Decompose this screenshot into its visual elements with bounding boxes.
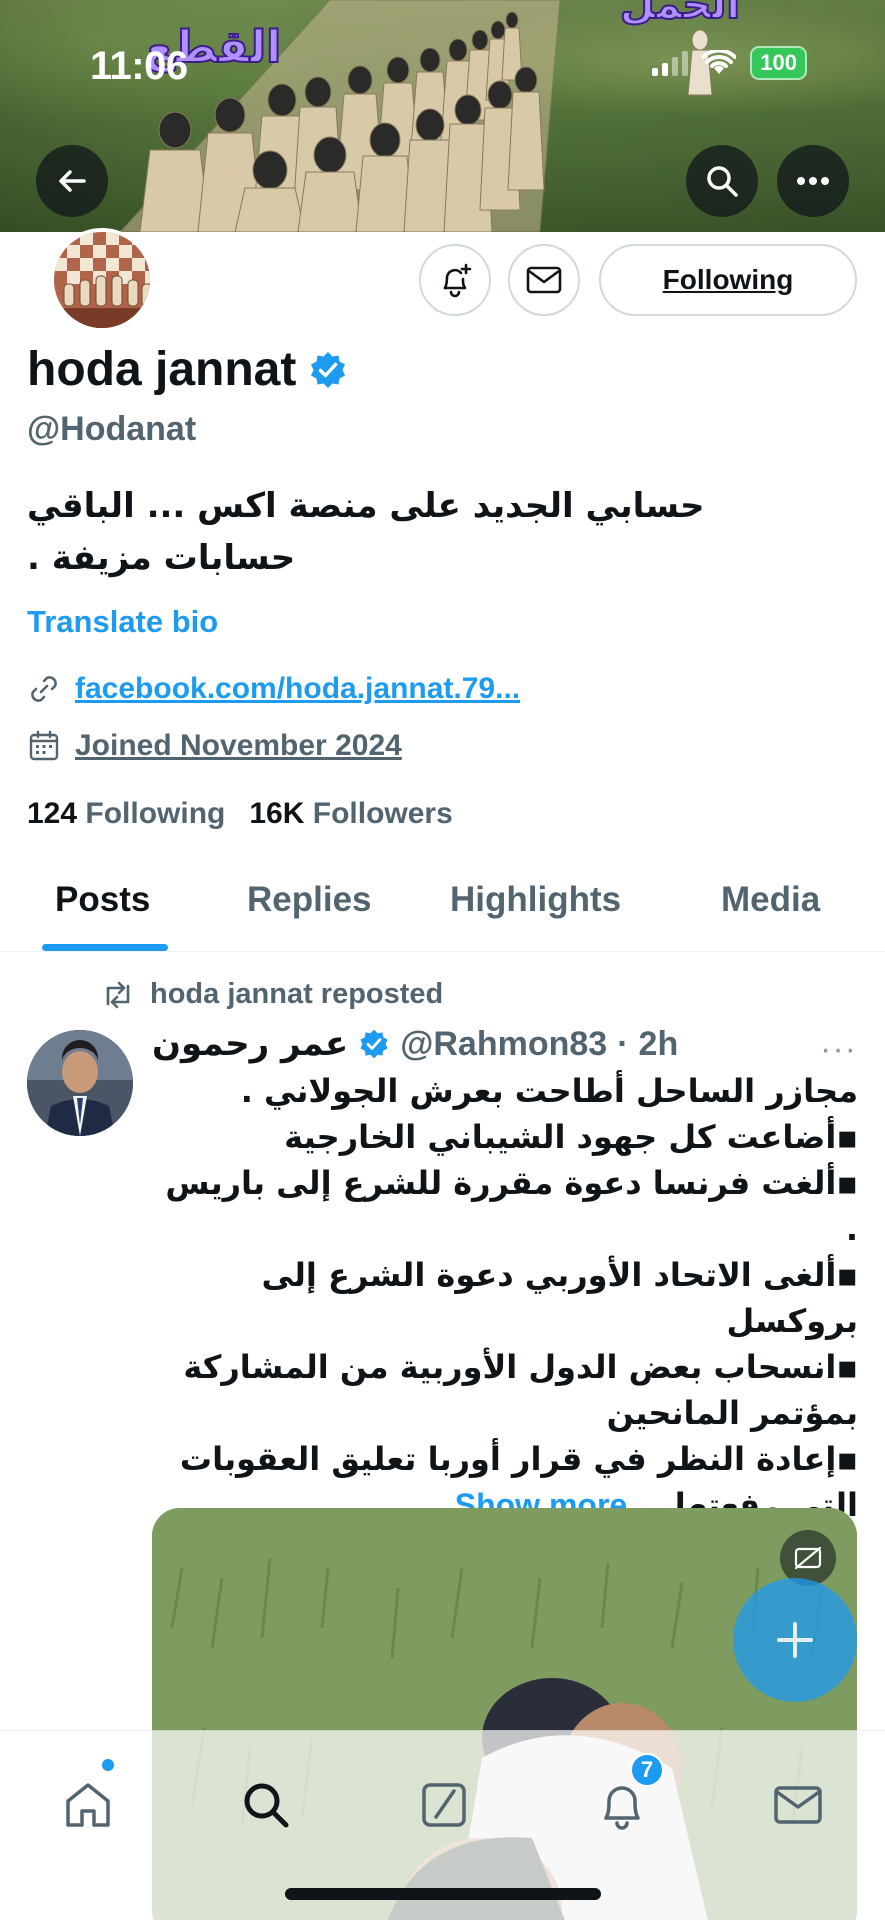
back-button[interactable] xyxy=(36,145,108,217)
active-tab-indicator xyxy=(42,944,168,951)
joined-date: Joined November 2024 xyxy=(27,729,402,763)
compose-fab-button[interactable] xyxy=(733,1578,857,1702)
post-author-handle[interactable]: @Rahmon83 xyxy=(400,1025,607,1064)
banner-overlay-text-top: الحمل xyxy=(619,0,741,29)
followers-count-label: Followers xyxy=(312,797,453,830)
post-line: ▪إعادة النظر في قرار أوربا تعليق العقوبا… xyxy=(179,1440,858,1478)
search-icon xyxy=(244,1783,289,1828)
following-count-link[interactable]: 124 Following xyxy=(27,797,225,831)
nav-home[interactable] xyxy=(56,1773,120,1837)
captions-off-icon xyxy=(794,1546,822,1570)
tab-highlights[interactable]: Highlights xyxy=(450,880,621,920)
website-link-text[interactable]: facebook.com/hoda.jannat.79... xyxy=(75,672,520,706)
post-author-name[interactable]: عمر رحمون xyxy=(152,1024,348,1064)
repost-indicator[interactable]: hoda jannat reposted xyxy=(100,978,443,1011)
search-icon xyxy=(707,166,738,197)
display-name-row: hoda jannat xyxy=(27,342,348,397)
grok-icon xyxy=(422,1783,466,1827)
post-header: عمر رحمون @Rahmon83 · 2h xyxy=(152,1024,678,1064)
author-photo xyxy=(27,1030,133,1136)
follow-counts: 124 Following 16K Followers xyxy=(27,797,453,831)
status-indicators: 100 xyxy=(652,46,807,80)
post-text[interactable]: مجازر الساحل أطاحت بعرش الجولاني . ▪أضاع… xyxy=(150,1068,858,1528)
profile-handle: @Hodanat xyxy=(27,410,197,448)
profile-banner[interactable]: القطع الحمل 11:06 100 xyxy=(0,0,885,232)
profile-bio: حسابي الجديد على منصة اكس ... الباقي حسا… xyxy=(27,486,705,578)
post-time: 2h xyxy=(638,1024,679,1063)
nav-search[interactable] xyxy=(234,1773,298,1837)
more-options-button[interactable] xyxy=(777,145,849,217)
envelope-icon xyxy=(526,266,562,294)
post-line: ▪انسحاب بعض الدول الأوربية من المشاركة ب… xyxy=(183,1348,858,1432)
post-more-button[interactable]: ··· xyxy=(820,1030,857,1069)
chessboard-avatar-image xyxy=(54,232,150,328)
verified-badge-icon[interactable] xyxy=(308,350,348,390)
bell-plus-icon xyxy=(443,263,472,298)
battery-indicator: 100 xyxy=(750,46,807,80)
home-indicator xyxy=(285,1888,601,1900)
tab-posts[interactable]: Posts xyxy=(55,880,150,920)
followers-count-link[interactable]: 16K Followers xyxy=(249,797,452,831)
verified-badge-icon xyxy=(360,1029,388,1059)
arrow-left-icon xyxy=(59,170,86,192)
more-horizontal-icon xyxy=(797,177,829,185)
joined-date-text: Joined November 2024 xyxy=(75,729,402,762)
following-count-label: Following xyxy=(85,797,226,830)
profile-avatar[interactable] xyxy=(50,228,154,332)
profile-website[interactable]: facebook.com/hoda.jannat.79... xyxy=(27,672,520,706)
post-line: ▪ألغت فرنسا دعوة مقررة للشرع إلى باريس . xyxy=(165,1164,858,1248)
repost-icon xyxy=(106,981,130,1008)
link-icon xyxy=(31,676,57,702)
tab-replies[interactable]: Replies xyxy=(247,880,372,920)
following-count: 124 xyxy=(27,797,78,830)
bell-icon xyxy=(604,1786,640,1830)
plus-icon xyxy=(777,1622,813,1658)
notifications-badge: 7 xyxy=(630,1753,664,1787)
wifi-icon xyxy=(702,50,737,74)
home-icon xyxy=(66,1783,110,1827)
tab-media[interactable]: Media xyxy=(721,880,820,920)
status-time: 11:06 xyxy=(90,44,188,88)
following-button[interactable]: Following xyxy=(599,244,857,316)
notification-subscribe-button[interactable] xyxy=(419,244,491,316)
message-button[interactable] xyxy=(508,244,580,316)
post-line: ▪أضاعت كل جهود الشيباني الخارجية xyxy=(284,1118,858,1156)
nav-messages[interactable] xyxy=(766,1773,830,1837)
post-author-avatar[interactable] xyxy=(27,1030,133,1136)
post-line: ▪ألغى الاتحاد الأوربي دعوة الشرع إلى برو… xyxy=(261,1256,858,1340)
home-new-dot xyxy=(102,1759,114,1771)
followers-count: 16K xyxy=(249,797,305,830)
cellular-signal-icon xyxy=(652,50,689,76)
profile-tabs: Posts Replies Highlights Media xyxy=(0,860,885,952)
repost-label: hoda jannat reposted xyxy=(150,978,444,1010)
envelope-icon xyxy=(774,1786,822,1824)
post-separator: · xyxy=(617,1024,629,1063)
post-line: مجازر الساحل أطاحت بعرش الجولاني . xyxy=(240,1072,858,1110)
translate-bio-link[interactable]: Translate bio xyxy=(27,604,218,640)
nav-grok[interactable] xyxy=(412,1773,476,1837)
calendar-icon xyxy=(29,730,59,761)
search-button[interactable] xyxy=(686,145,758,217)
display-name: hoda jannat xyxy=(27,343,297,396)
